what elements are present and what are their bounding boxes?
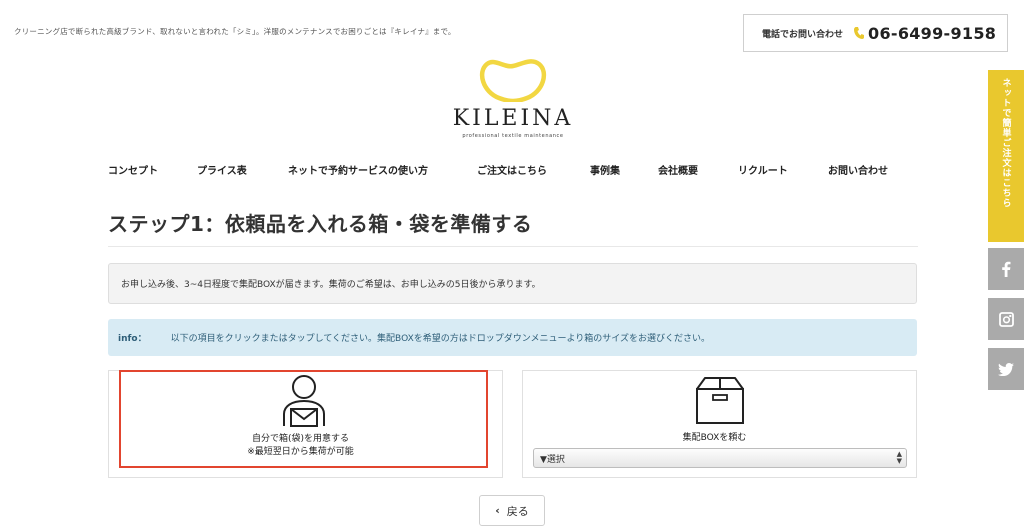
nav-item-recruit[interactable]: リクルート [738,162,788,177]
twitter-icon [998,362,1014,376]
logo-bean-icon [479,59,547,102]
info-box: info： 以下の項目をクリックまたはタップしてください。集配BOXを希望の方は… [108,319,917,356]
notice-box: お申し込み後、3~4日程度で集配BOXが届きます。集荷のご希望は、お申し込みの5… [108,263,917,304]
phone-number[interactable]: 06-6499-9158 [868,24,996,43]
phone-contact-box[interactable]: 電話でお問い合わせ 06-6499-9158 [743,14,1008,52]
facebook-link[interactable] [988,248,1024,290]
select-arrows-icon: ▲ ▼ [896,450,902,465]
nav-item-price[interactable]: プライス表 [197,162,247,177]
box-size-select-value: ▼選択 [540,454,565,465]
phone-icon [853,26,865,40]
logo-text: KILEINA [452,106,574,131]
instagram-link[interactable] [988,298,1024,340]
facebook-icon [1002,261,1011,277]
back-button-label: 戻る [506,504,529,518]
nav-item-cases[interactable]: 事例集 [590,162,620,177]
option-box-title: 集配BOXを頼む [682,433,747,443]
page-title: ステップ1：依頼品を入れる箱・袋を準備する [108,212,533,236]
side-order-label: ネットで簡単ご注文はこちら [1000,78,1011,208]
side-order-tab[interactable]: ネットで簡単ご注文はこちら [988,70,1024,242]
box-icon [696,377,744,424]
nav-item-contact[interactable]: お問い合わせ [828,162,888,177]
main-nav: コンセプト プライス表 ネットで予約サービスの使い方 ご注文はこちら 事例集 会… [108,162,916,177]
nav-item-concept[interactable]: コンセプト [108,162,158,177]
info-text: 以下の項目をクリックまたはタップしてください。集配BOXを希望の方はドロップダウ… [170,334,711,344]
title-divider [108,246,918,247]
instagram-icon [998,311,1014,327]
nav-item-howto[interactable]: ネットで予約サービスの使い方 [288,162,428,177]
box-size-select[interactable]: ▼選択 ▲ ▼ [533,448,907,468]
twitter-link[interactable] [988,348,1024,390]
chevron-left-icon: ‹ [495,504,500,517]
logo-subtitle: professional textile maintenance [462,133,564,139]
nav-item-order[interactable]: ご注文はこちら [477,162,547,177]
back-button[interactable]: ‹ 戻る [479,495,545,526]
phone-label: 電話でお問い合わせ [762,29,844,40]
nav-item-company[interactable]: 会社概要 [658,162,698,177]
info-label: info： [118,334,147,344]
selected-option-highlight [119,370,488,468]
site-logo[interactable]: KILEINA professional textile maintenance [448,58,578,142]
site-tagline: クリーニング店で断られた高級ブランド、取れないと言われた「シミ」。洋服のメンテナ… [14,27,456,36]
